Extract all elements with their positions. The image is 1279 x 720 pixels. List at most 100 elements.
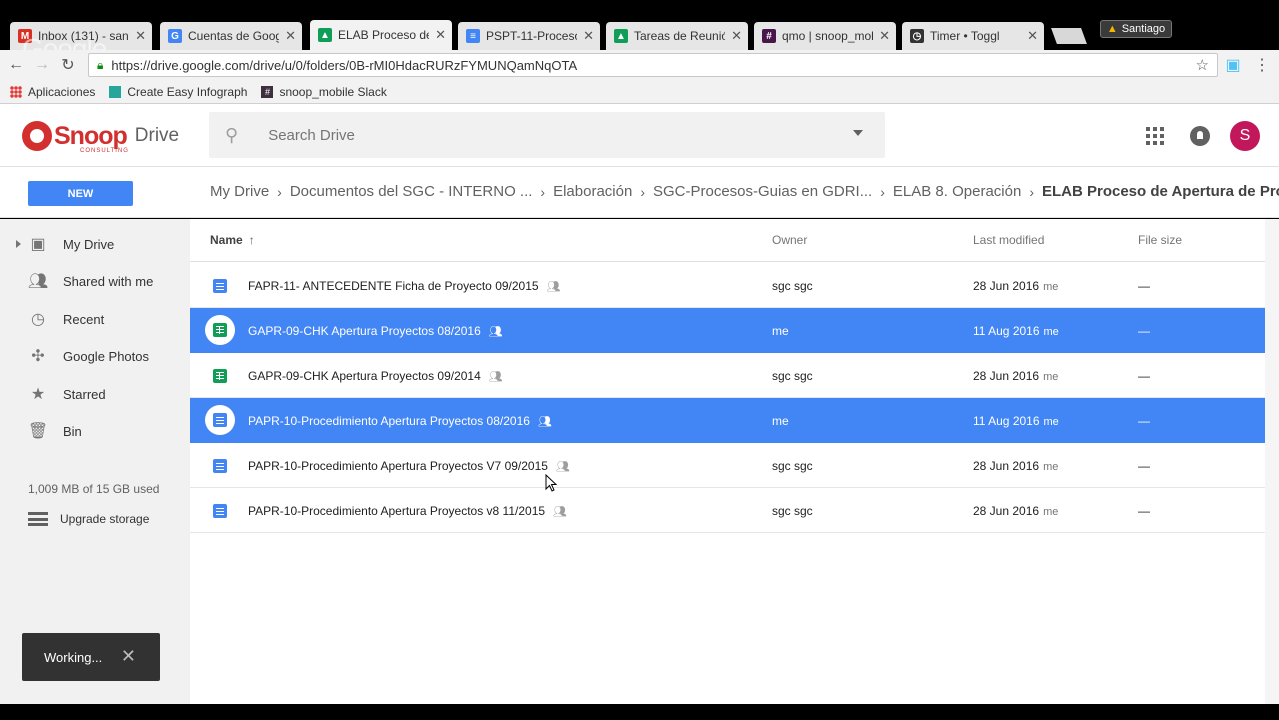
extension-icon[interactable]: ▣: [1223, 55, 1243, 75]
snoop-logo-icon: [22, 121, 52, 151]
pinwheel-icon: ✣: [31, 348, 45, 365]
sidebar-item-label: Shared with me: [63, 273, 154, 289]
file-name-text: GAPR-09-CHK Apertura Proyectos 09/2014: [248, 369, 481, 383]
close-tab-icon[interactable]: ✕: [285, 28, 296, 44]
sidebar-item-label: Starred: [63, 386, 106, 402]
bookmark-apps[interactable]: Aplicaciones: [10, 85, 95, 99]
search-options-dropdown-icon[interactable]: [853, 130, 863, 136]
file-last-modified: 28 Jun 2016 me: [973, 459, 1058, 473]
modified-by: me: [1043, 326, 1059, 338]
breadcrumb-item[interactable]: My Drive: [210, 183, 269, 200]
infogram-icon: [109, 85, 122, 98]
table-row[interactable]: PAPR-10-Procedimiento Apertura Proyectos…: [190, 488, 1265, 533]
table-row[interactable]: FAPR-11- ANTECEDENTE Ficha de Proyecto 0…: [190, 263, 1265, 308]
bookmark-infogram[interactable]: Create Easy Infograph: [109, 85, 247, 99]
column-owner[interactable]: Owner: [772, 233, 807, 247]
shared-people-icon: 👥︎: [488, 325, 503, 338]
url-text: https://drive.google.com/drive/u/0/folde…: [111, 57, 578, 73]
docs-file-icon: [213, 413, 227, 427]
table-row[interactable]: PAPR-10-Procedimiento Apertura Proyectos…: [190, 398, 1265, 443]
drive-icon: ▲: [614, 29, 628, 43]
close-tab-icon[interactable]: ✕: [583, 28, 594, 44]
tab-label: ELAB Proceso de A: [338, 28, 429, 42]
browser-tab[interactable]: ▲ ELAB Proceso de A ✕: [310, 20, 452, 50]
search-icon: ⚲: [225, 124, 239, 145]
close-tab-icon[interactable]: ✕: [135, 28, 146, 44]
close-icon[interactable]: ✕: [121, 646, 136, 667]
menu-icon[interactable]: ⋮: [1252, 55, 1272, 75]
sidebar-item-photos[interactable]: ✣ Google Photos: [0, 341, 190, 371]
notifications-icon[interactable]: [1190, 126, 1210, 146]
modified-by: me: [1043, 281, 1059, 293]
sidebar-item-shared[interactable]: 👥︎ Shared with me: [0, 266, 190, 296]
browser-profile-button[interactable]: ▲ Santiago: [1100, 20, 1172, 38]
new-button[interactable]: NEW: [28, 181, 133, 206]
modified-date: 11 Aug 2016: [973, 414, 1040, 428]
file-name-text: PAPR-10-Procedimiento Apertura Proyectos…: [248, 414, 530, 428]
bookmark-star-icon[interactable]: ☆: [1196, 56, 1209, 74]
file-name: GAPR-09-CHK Apertura Proyectos 09/2014 👥︎: [248, 369, 503, 383]
selected-check-circle[interactable]: [205, 315, 235, 345]
file-size: —: [1138, 459, 1150, 473]
people-icon: 👥︎: [27, 273, 49, 290]
close-tab-icon[interactable]: ✕: [435, 27, 446, 43]
app-name: Drive: [134, 125, 180, 146]
file-name: PAPR-10-Procedimiento Apertura Proyectos…: [248, 504, 567, 518]
breadcrumb-item[interactable]: SGC-Procesos-Guias en GDRI...: [653, 183, 872, 200]
breadcrumb-item[interactable]: Elaboración: [553, 183, 632, 200]
bookmark-label: Aplicaciones: [28, 84, 96, 99]
upgrade-storage-link[interactable]: Upgrade storage: [28, 512, 149, 526]
column-last-modified[interactable]: Last modified: [973, 233, 1044, 247]
breadcrumb-item[interactable]: Documentos del SGC - INTERNO ...: [290, 183, 533, 200]
browser-tab[interactable]: ≡ PSPT-11-Proceso ✕: [458, 22, 600, 50]
tab-label: PSPT-11-Proceso: [486, 29, 578, 43]
selected-check-circle[interactable]: [205, 405, 235, 435]
file-owner: me: [772, 414, 789, 428]
browser-tab[interactable]: ◷ Timer • Toggl ✕: [902, 22, 1044, 50]
breadcrumb-item[interactable]: ELAB 8. Operación: [893, 183, 1021, 200]
star-icon: ★: [30, 386, 46, 403]
file-name: FAPR-11- ANTECEDENTE Ficha de Proyecto 0…: [248, 279, 561, 293]
close-tab-icon[interactable]: ✕: [879, 28, 890, 44]
breadcrumb-current[interactable]: ELAB Proceso de Apertura de Proyectos: [1042, 183, 1279, 200]
expand-arrow-icon[interactable]: [16, 240, 21, 248]
address-bar[interactable]: 🔒︎ https://drive.google.com/drive/u/0/fo…: [88, 53, 1218, 77]
table-row[interactable]: GAPR-09-CHK Apertura Proyectos 09/2014 👥︎…: [190, 353, 1265, 398]
modified-date: 11 Aug 2016: [973, 324, 1040, 338]
browser-tab[interactable]: # qmo | snoop_mob ✕: [754, 22, 896, 50]
back-button[interactable]: ←: [6, 55, 26, 75]
toggl-icon: ◷: [910, 29, 924, 43]
file-name-text: PAPR-10-Procedimiento Apertura Proyectos…: [248, 459, 548, 473]
toast-message: Working...: [44, 649, 103, 665]
sidebar-item-my-drive[interactable]: ▣ My Drive: [0, 229, 190, 259]
column-file-size[interactable]: File size: [1138, 233, 1182, 247]
avatar[interactable]: S: [1230, 121, 1260, 151]
scrollbar[interactable]: [1265, 219, 1279, 704]
bookmark-label: snoop_mobile Slack: [279, 84, 387, 99]
google-apps-icon[interactable]: [1146, 127, 1164, 145]
bookmark-slack[interactable]: # snoop_mobile Slack: [261, 84, 387, 99]
close-tab-icon[interactable]: ✕: [1027, 28, 1038, 44]
file-owner: sgc sgc: [772, 459, 813, 473]
column-name[interactable]: Name ↑: [210, 233, 255, 247]
sort-arrow-icon[interactable]: ↑: [249, 233, 255, 247]
reload-button[interactable]: ↻: [58, 55, 78, 75]
table-row[interactable]: GAPR-09-CHK Apertura Proyectos 08/2016 👥︎…: [190, 308, 1265, 353]
forward-button[interactable]: →: [32, 55, 52, 75]
close-tab-icon[interactable]: ✕: [731, 28, 742, 44]
snoop-logo[interactable]: Snoop CONSULTING Drive: [22, 121, 180, 154]
browser-tab[interactable]: G Cuentas de Google ✕: [160, 22, 302, 50]
sidebar-item-bin[interactable]: 🗑︎ Bin: [0, 416, 190, 446]
browser-tab[interactable]: ▲ Tareas de Reunión ✕: [606, 22, 748, 50]
sidebar-item-recent[interactable]: ◷ Recent: [0, 304, 190, 334]
table-row[interactable]: PAPR-10-Procedimiento Apertura Proyectos…: [190, 443, 1265, 488]
lock-icon: 🔒︎: [97, 57, 104, 72]
file-name-text: GAPR-09-CHK Apertura Proyectos 08/2016: [248, 324, 481, 338]
search-drive-input[interactable]: ⚲ Search Drive: [209, 112, 885, 158]
upgrade-label: Upgrade storage: [60, 512, 150, 526]
file-owner: sgc sgc: [772, 279, 813, 293]
file-name: PAPR-10-Procedimiento Apertura Proyectos…: [248, 459, 570, 473]
new-tab-button[interactable]: [1051, 28, 1087, 44]
sidebar-item-starred[interactable]: ★ Starred: [0, 379, 190, 409]
file-size: —: [1138, 279, 1150, 293]
